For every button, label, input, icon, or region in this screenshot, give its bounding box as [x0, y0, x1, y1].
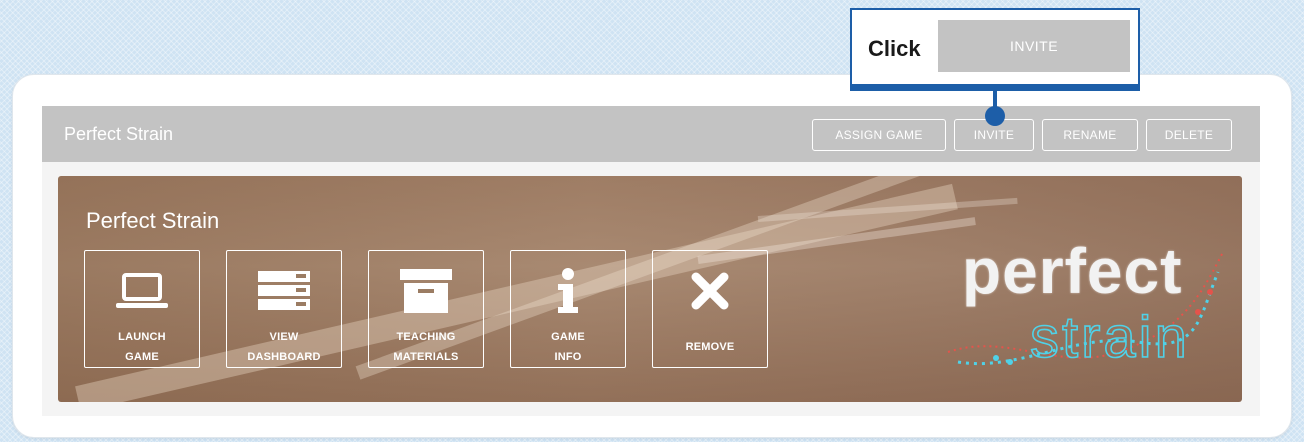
view-dashboard-label: VIEW DASHBOARD: [247, 331, 321, 363]
assign-game-button[interactable]: ASSIGN GAME: [812, 119, 946, 151]
game-banner: Perfect Strain LAUNCH GAME VIEW DASHBOAR…: [58, 176, 1242, 402]
callout-invite-button: INVITE: [938, 20, 1130, 72]
laptop-icon: [85, 267, 199, 315]
rename-button[interactable]: RENAME: [1042, 119, 1138, 151]
instruction-callout: Click INVITE: [850, 8, 1140, 90]
callout-pointer-dot: [985, 106, 1005, 126]
logo-word-strain: strain: [1029, 304, 1190, 371]
remove-tile[interactable]: REMOVE: [652, 250, 768, 368]
archive-box-icon: [369, 267, 483, 315]
game-info-label: GAME INFO: [551, 331, 585, 363]
launch-game-tile[interactable]: LAUNCH GAME: [84, 250, 200, 368]
teaching-materials-tile[interactable]: TEACHING MATERIALS: [368, 250, 484, 368]
view-dashboard-tile[interactable]: VIEW DASHBOARD: [226, 250, 342, 368]
callout-bottom-bar: [850, 84, 1140, 91]
info-icon: [511, 267, 625, 315]
banner-title: Perfect Strain: [86, 208, 220, 233]
remove-label: REMOVE: [685, 341, 735, 353]
dashboard-icon: [227, 267, 341, 315]
delete-button[interactable]: DELETE: [1146, 119, 1232, 151]
logo-word-perfect: perfect: [962, 235, 1183, 307]
panel-title: Perfect Strain: [64, 124, 174, 144]
launch-game-label: LAUNCH GAME: [118, 331, 166, 363]
perfect-strain-logo: perfect strain: [938, 232, 1228, 382]
panel-header: Perfect Strain ASSIGN GAME INVITE RENAME…: [42, 106, 1260, 162]
teaching-materials-label: TEACHING MATERIALS: [393, 331, 459, 363]
game-info-tile[interactable]: GAME INFO: [510, 250, 626, 368]
close-icon: [653, 267, 767, 315]
game-panel: Perfect Strain ASSIGN GAME INVITE RENAME…: [42, 106, 1260, 416]
callout-click-text: Click: [868, 36, 921, 61]
